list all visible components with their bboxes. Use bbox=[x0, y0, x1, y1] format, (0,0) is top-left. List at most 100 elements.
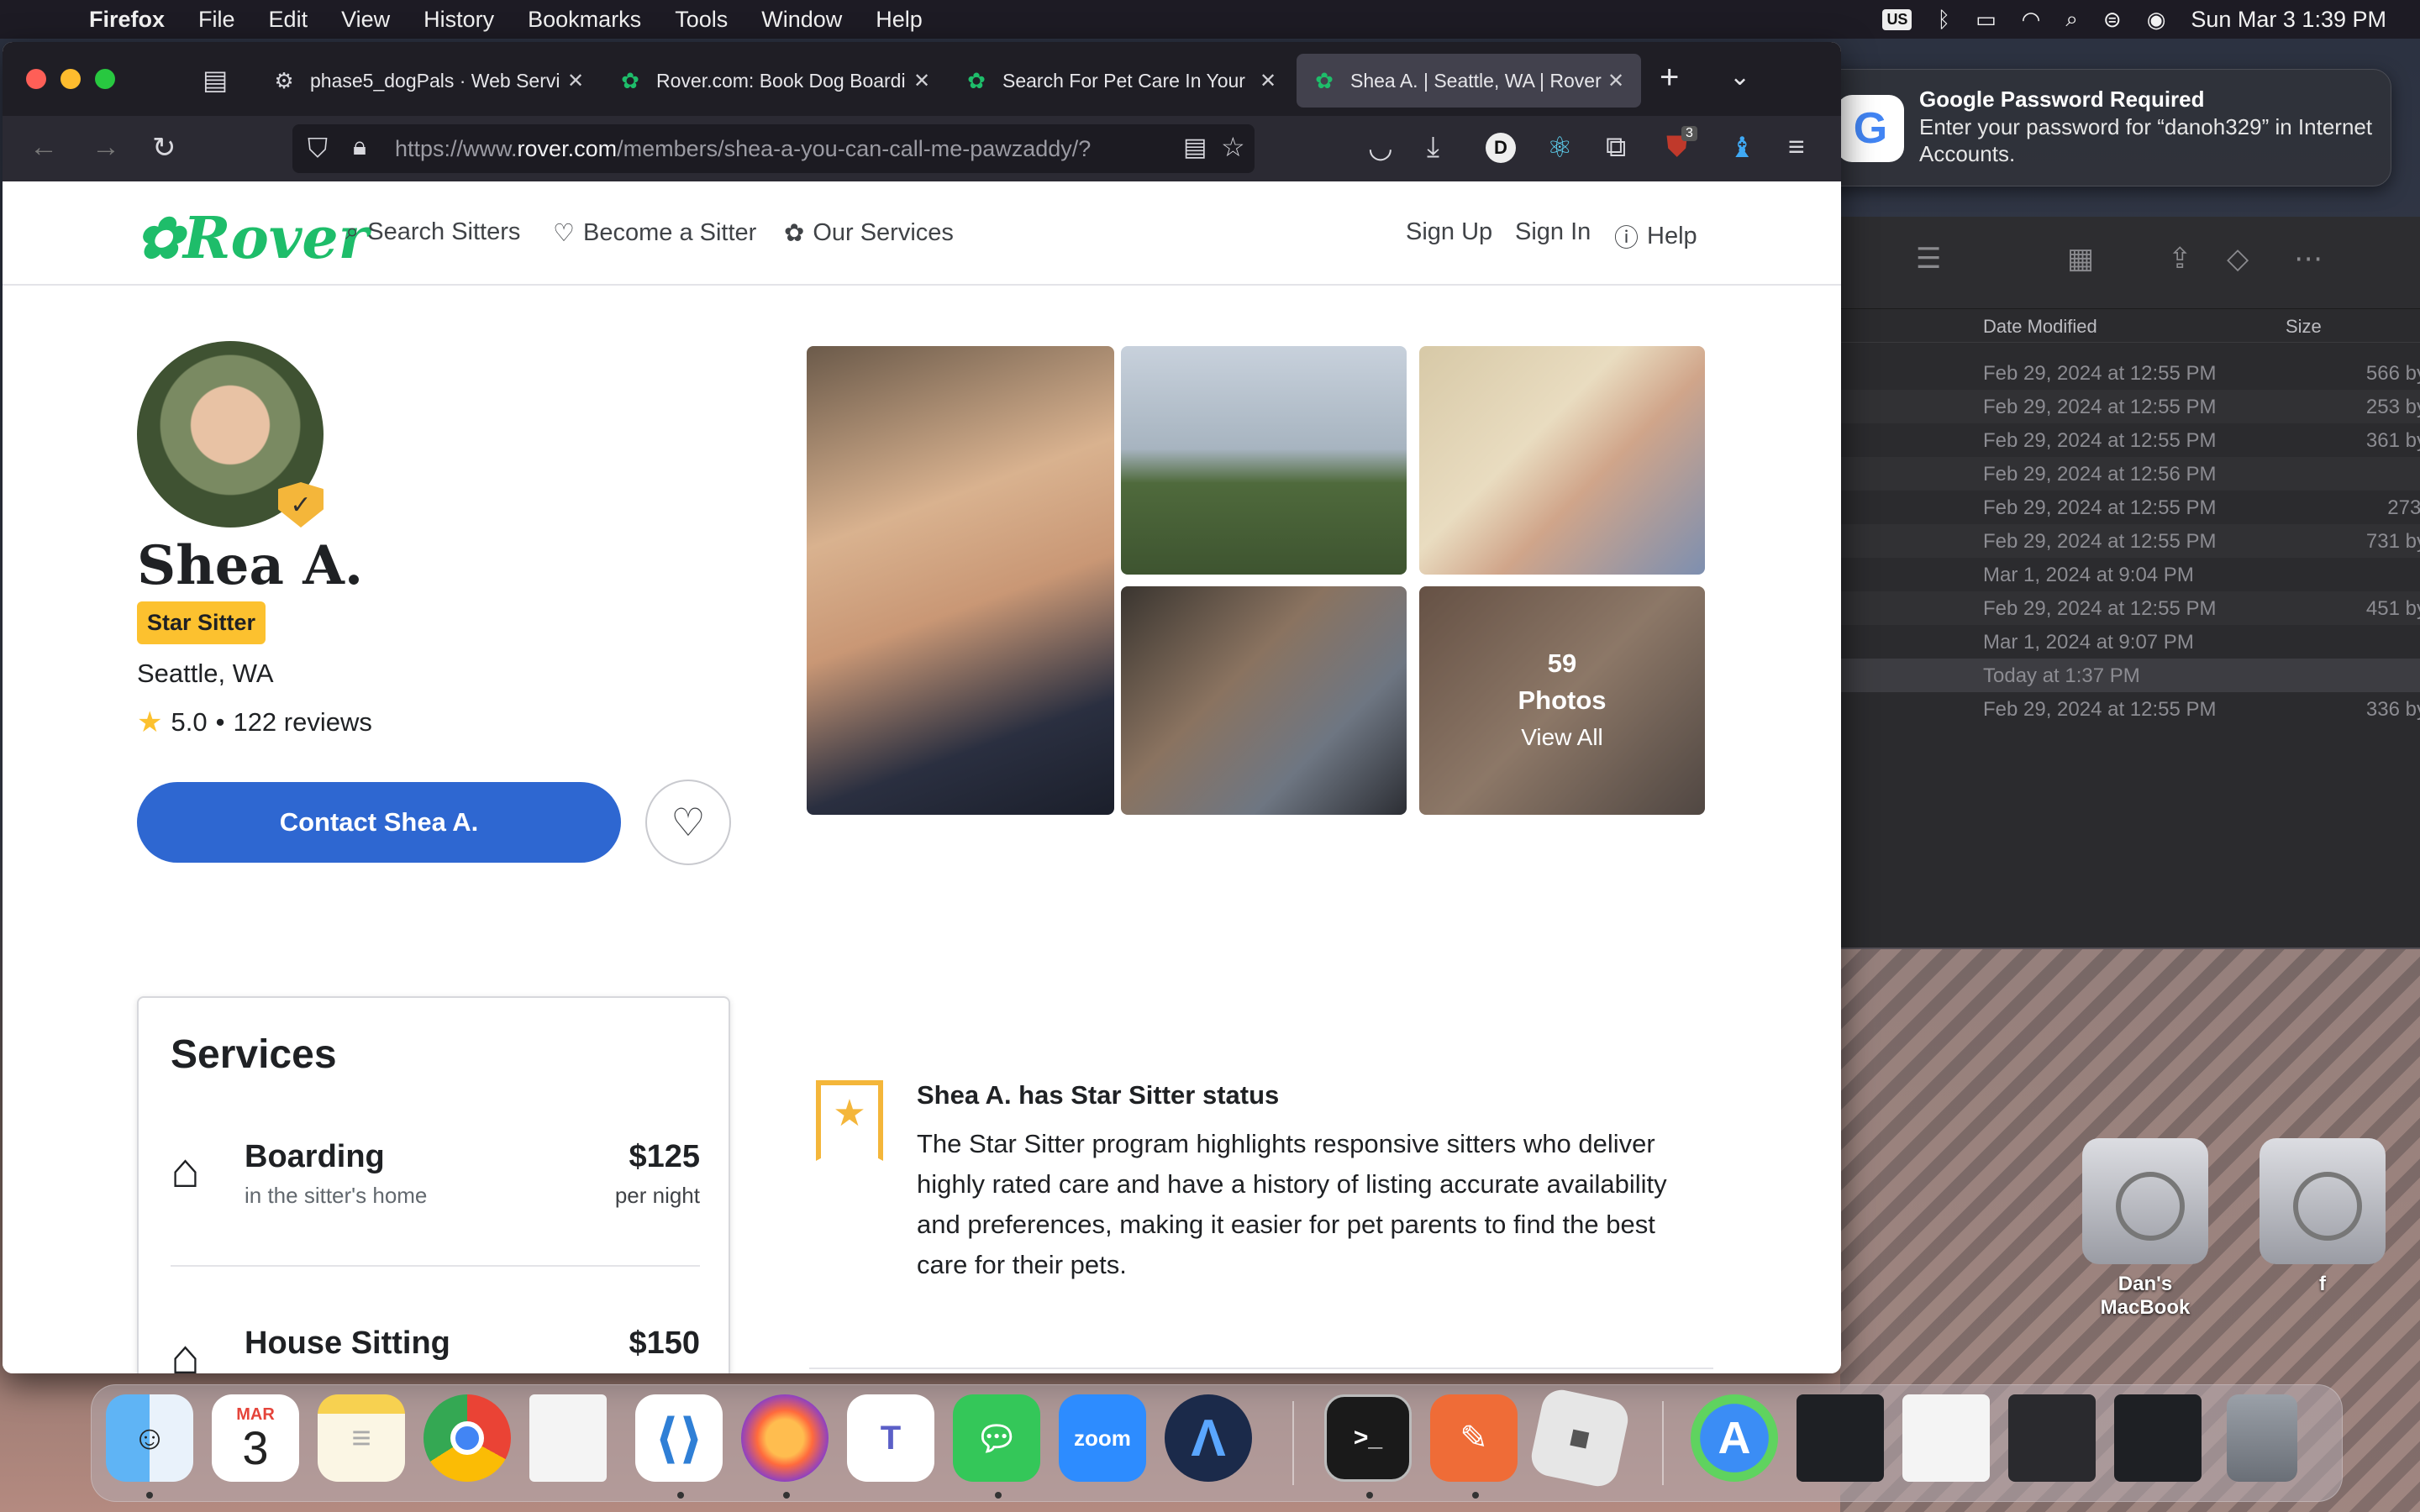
desktop-drive-macbook[interactable]: Dan's MacBook bbox=[2078, 1138, 2212, 1320]
finder-row-selected[interactable]: Today at 1:37 PM-- bbox=[1840, 659, 2420, 692]
minimized-window-2[interactable] bbox=[1902, 1394, 1990, 1482]
extensions-puzzle-icon[interactable]: ⧉ bbox=[1606, 131, 1626, 164]
tracking-shield-icon[interactable]: ⛉ bbox=[308, 133, 328, 165]
reload-icon[interactable]: ↻ bbox=[152, 131, 176, 165]
menu-app-name[interactable]: Firefox bbox=[89, 7, 165, 33]
finder-row[interactable]: Mar 1, 2024 at 9:04 PM-- bbox=[1840, 558, 2420, 591]
address-bar[interactable]: ⛉ 🔒︎ https://www.rover.com/members/shea-… bbox=[292, 124, 1255, 173]
tab-rover-boarding[interactable]: ✿ Rover.com: Book Dog Boardi ✕ bbox=[602, 54, 947, 108]
siri-icon[interactable]: ◉ bbox=[2147, 7, 2166, 33]
firefox-app-icon[interactable] bbox=[741, 1394, 829, 1482]
menu-view[interactable]: View bbox=[341, 7, 390, 33]
new-tab-icon[interactable]: + bbox=[1660, 59, 1679, 97]
view-all-link[interactable]: View All bbox=[1521, 719, 1603, 756]
trash-icon[interactable] bbox=[2227, 1394, 2297, 1482]
google-password-notification[interactable]: G Google Password Required Enter your pa… bbox=[1818, 69, 2391, 186]
spotlight-search-icon[interactable]: ⌕ bbox=[2065, 6, 2078, 33]
react-devtools-icon[interactable]: ⚛ bbox=[1547, 131, 1572, 165]
nav-our-services[interactable]: ✿ Our Services bbox=[784, 218, 954, 248]
document-app-icon[interactable] bbox=[529, 1394, 607, 1482]
firefox-view-icon[interactable]: ▤ bbox=[203, 64, 228, 96]
xcode-app-icon[interactable]: A bbox=[1691, 1394, 1778, 1482]
menu-window[interactable]: Window bbox=[761, 7, 842, 33]
tab-shea-profile[interactable]: ✿ Shea A. | Seattle, WA | Rover ✕ bbox=[1297, 54, 1641, 108]
minimized-window-3[interactable] bbox=[2008, 1394, 2096, 1482]
maximize-window-button[interactable] bbox=[95, 69, 115, 89]
favorite-button[interactable]: ♡ bbox=[645, 780, 731, 865]
grid-view-icon[interactable]: ▦ bbox=[2067, 242, 2094, 276]
finder-app-icon[interactable]: ☺ bbox=[106, 1394, 193, 1482]
finder-row[interactable]: Feb 29, 2024 at 12:55 PM566 bytes bbox=[1840, 356, 2420, 390]
finder-row[interactable]: Mar 1, 2024 at 9:07 PM-- bbox=[1840, 625, 2420, 659]
terminal-app-icon[interactable]: >_ bbox=[1324, 1394, 1412, 1482]
rating-summary[interactable]: ★ 5.0 • 122 reviews bbox=[137, 706, 372, 739]
nav-search-sitters[interactable]: ⌕ Search Sitters bbox=[345, 218, 520, 246]
nav-help[interactable]: ⓘ Help bbox=[1614, 218, 1697, 254]
menu-clock[interactable]: Sun Mar 3 1:39 PM bbox=[2191, 7, 2386, 33]
downloads-icon[interactable]: ⤓ bbox=[1427, 131, 1439, 164]
tab-dogpals[interactable]: ⚙ phase5_dogPals · Web Servi ✕ bbox=[256, 54, 601, 108]
contact-sitter-button[interactable]: Contact Shea A. bbox=[137, 782, 621, 863]
close-window-button[interactable] bbox=[26, 69, 46, 89]
desktop-drive-f[interactable]: f bbox=[2255, 1138, 2390, 1296]
nav-sign-in[interactable]: Sign In bbox=[1515, 218, 1591, 246]
extension-d-icon[interactable]: D bbox=[1486, 133, 1516, 163]
finder-row[interactable]: Feb 29, 2024 at 12:55 PM253 bytes bbox=[1840, 390, 2420, 423]
finder-row[interactable]: Feb 29, 2024 at 12:55 PM273 KB bbox=[1840, 491, 2420, 524]
reader-view-icon[interactable]: ▤ bbox=[1183, 133, 1207, 162]
menu-tools[interactable]: Tools bbox=[675, 7, 728, 33]
finder-row[interactable]: Feb 29, 2024 at 12:56 PM-- bbox=[1840, 457, 2420, 491]
menu-help[interactable]: Help bbox=[876, 7, 923, 33]
ghostery-icon[interactable]: ♝ bbox=[1729, 131, 1754, 165]
close-tab-icon[interactable]: ✕ bbox=[567, 69, 584, 93]
nav-become-sitter[interactable]: ♡ Become a Sitter bbox=[553, 218, 756, 248]
app-menu-icon[interactable]: ≡ bbox=[1788, 131, 1805, 164]
finder-window[interactable]: ☰ ▦ ⇪ ◇ ⋯ Date Modified Size Feb 29, 202… bbox=[1840, 217, 2420, 948]
close-tab-icon[interactable]: ✕ bbox=[1607, 69, 1624, 93]
arc-app-icon[interactable]: Λ bbox=[1165, 1394, 1252, 1482]
menu-edit[interactable]: Edit bbox=[269, 7, 308, 33]
calendar-app-icon[interactable]: MAR 3 bbox=[212, 1394, 299, 1482]
finder-row[interactable]: Feb 29, 2024 at 12:55 PM361 bytes bbox=[1840, 423, 2420, 457]
close-tab-icon[interactable]: ✕ bbox=[913, 69, 930, 93]
forward-icon[interactable]: → bbox=[92, 131, 120, 164]
postman-app-icon[interactable]: ✎ bbox=[1430, 1394, 1518, 1482]
avatar[interactable]: ✓ bbox=[137, 341, 324, 528]
lock-icon[interactable]: 🔒︎ bbox=[353, 133, 366, 161]
gallery-photo-4[interactable] bbox=[1121, 586, 1407, 815]
roblox-app-icon[interactable]: ■ bbox=[1528, 1386, 1632, 1490]
close-tab-icon[interactable]: ✕ bbox=[1260, 69, 1276, 93]
list-view-icon[interactable]: ☰ bbox=[1916, 242, 1941, 276]
minimized-window-4[interactable] bbox=[2114, 1394, 2202, 1482]
list-all-tabs-icon[interactable]: ⌄ bbox=[1729, 62, 1750, 92]
service-house-sitting[interactable]: ⌂ House Sitting $150 bbox=[171, 1326, 700, 1373]
wifi-icon[interactable]: ◠ bbox=[2022, 7, 2041, 33]
minimized-window-1[interactable] bbox=[1797, 1394, 1884, 1482]
minimize-window-button[interactable] bbox=[60, 69, 81, 89]
more-options-icon[interactable]: ⋯ bbox=[2294, 242, 2323, 276]
service-boarding[interactable]: ⌂ Boarding in the sitter's home $125 per… bbox=[171, 1139, 700, 1223]
menu-history[interactable]: History bbox=[424, 7, 494, 33]
battery-icon[interactable]: ▭ bbox=[1975, 7, 1996, 33]
tag-icon[interactable]: ◇ bbox=[2227, 242, 2249, 276]
vscode-app-icon[interactable]: ⟨⟩ bbox=[635, 1394, 723, 1482]
input-source-badge[interactable]: US bbox=[1882, 8, 1912, 30]
control-center-icon[interactable]: ⊜ bbox=[2103, 7, 2122, 33]
back-icon[interactable]: ← bbox=[29, 131, 58, 164]
finder-row[interactable]: Feb 29, 2024 at 12:55 PM336 bytes bbox=[1840, 692, 2420, 726]
chrome-app-icon[interactable] bbox=[424, 1394, 511, 1482]
menu-bookmarks[interactable]: Bookmarks bbox=[528, 7, 641, 33]
nav-sign-up[interactable]: Sign Up bbox=[1406, 218, 1492, 246]
finder-row[interactable]: Feb 29, 2024 at 12:55 PM451 bytes bbox=[1840, 591, 2420, 625]
gallery-view-all-tile[interactable]: 59 Photos View All bbox=[1419, 586, 1705, 815]
gallery-photo-3[interactable] bbox=[1419, 346, 1705, 575]
bluetooth-icon[interactable]: ᛒ bbox=[1937, 7, 1950, 33]
bookmark-star-icon[interactable]: ☆ bbox=[1221, 131, 1245, 163]
notes-app-icon[interactable]: ≡ bbox=[318, 1394, 405, 1482]
date-modified-header[interactable]: Date Modified bbox=[1983, 316, 2097, 338]
share-icon[interactable]: ⇪ bbox=[2168, 242, 2192, 276]
gallery-photo-1[interactable] bbox=[807, 346, 1114, 815]
zoom-app-icon[interactable]: zoom bbox=[1059, 1394, 1146, 1482]
teams-app-icon[interactable]: T bbox=[847, 1394, 934, 1482]
tab-search-pet-care[interactable]: ✿ Search For Pet Care In Your ✕ bbox=[949, 54, 1293, 108]
